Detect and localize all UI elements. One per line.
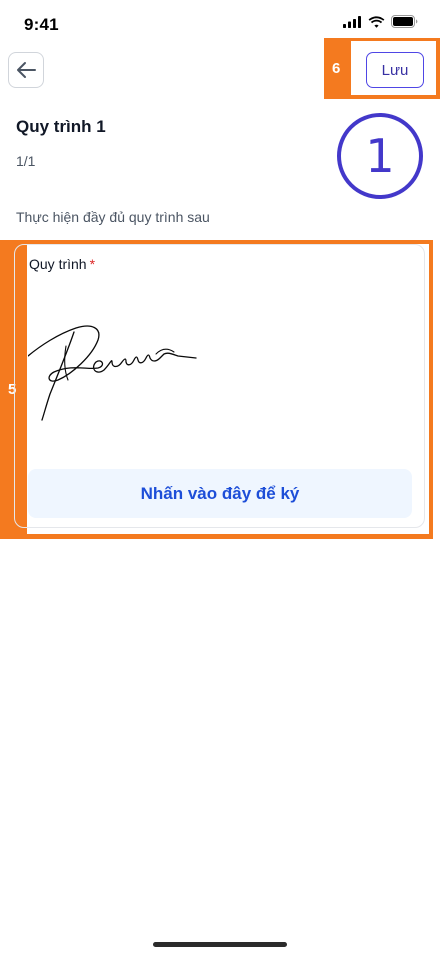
status-time: 9:41: [24, 15, 59, 34]
signature-image: [28, 325, 197, 421]
cellular-signal-icon: [343, 15, 361, 28]
signature-field-label-text: Quy trình: [29, 256, 87, 272]
annotation-number-save: 6: [332, 60, 341, 77]
signature-field-label: Quy trình *: [29, 256, 95, 272]
arrow-left-icon: [17, 62, 36, 78]
back-button[interactable]: [8, 52, 44, 88]
tap-to-sign-button[interactable]: Nhấn vào đây để ký: [28, 469, 412, 518]
instruction-text: Thực hiện đầy đủ quy trình sau: [16, 209, 210, 225]
page-title: Quy trình 1: [16, 117, 106, 136]
wifi-icon: [368, 15, 385, 28]
home-indicator: [153, 942, 287, 947]
status-icons: [343, 15, 418, 28]
required-mark: *: [89, 256, 96, 272]
save-button[interactable]: Lưu: [366, 52, 424, 88]
step-number-badge: 1: [337, 113, 423, 199]
page-count: 1/1: [16, 153, 36, 169]
battery-icon: [391, 15, 418, 28]
